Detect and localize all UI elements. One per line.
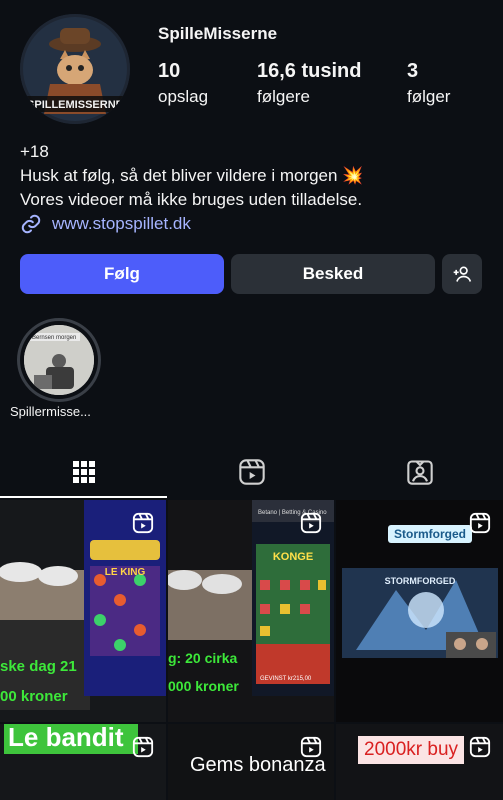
post-1[interactable]: LE KING ske dag 21 00 kroner [0,500,166,722]
tab-grid[interactable] [0,446,167,498]
post-5[interactable]: Gems bonanza [168,724,334,800]
post-1-overlay-line-1: ske dag 21 [0,658,77,675]
post-1-slot-title: LE KING [105,567,146,578]
post-3[interactable]: STORMFORGED Stormforged [336,500,503,722]
reel-indicator-icon [132,736,154,758]
stat-following[interactable]: 3 følger [407,60,450,107]
link-icon [21,214,41,234]
suggest-user-button[interactable] [442,254,482,294]
profile-bio: +18 Husk at følg, så det bliver vildere … [20,140,363,212]
follow-button[interactable]: Følg [20,254,224,294]
stat-following-value: 3 [407,60,419,82]
bio-line-2: Husk at følg, så det bliver vildere i mo… [20,166,364,185]
post-2[interactable]: KONGE Betano | Betting & Casino GEVINST … [168,500,334,722]
posts-grid: LE KING ske dag 21 00 kroner KONGE Betan… [0,500,503,800]
post-1-overlay-line-2: 00 kroner [0,688,68,705]
post-6[interactable]: 2000kr buy [336,724,503,800]
bio-line-3: Vores videoer må ikke bruges uden tillad… [20,190,363,209]
reel-indicator-icon [469,736,491,758]
stat-following-label: følger [407,87,451,106]
profile-avatar[interactable]: SPILLEMISSERNE [20,14,130,124]
profile-username: SpilleMisserne [158,24,278,43]
post-6-caption: 2000kr buy [358,736,465,764]
reel-indicator-icon [300,736,322,758]
post-2-overlay-line-1: g: 20 cirka [168,650,238,666]
post-2-win: GEVINST kr215,00 [260,676,312,682]
post-3-game-title: STORMFORGED [385,576,456,586]
highlight-label: Spillermisse... [10,404,91,419]
post-4[interactable]: Le bandit [0,724,166,800]
post-2-overlay-line-2: 000 kroner [168,678,239,694]
reel-indicator-icon [132,512,154,534]
profile-link[interactable]: www.stopspillet.dk [20,213,191,235]
story-highlight[interactable]: Bernsen morgen [17,318,101,402]
stat-followers[interactable]: 16,6 tusind følgere [257,60,361,107]
grid-icon [72,461,95,483]
post-3-badge: Stormforged [388,525,472,543]
post-2-slot-title: KONGE [273,551,313,563]
tab-tagged[interactable] [336,446,503,498]
profile-tabs [0,446,503,498]
highlight-inner-text: Bernsen morgen [32,335,76,341]
profile-link-text[interactable]: www.stopspillet.dk [52,214,191,234]
stat-posts[interactable]: 10 opslag [158,60,208,107]
stat-followers-value: 16,6 tusind [257,60,362,82]
stat-posts-label: opslag [158,87,209,106]
reel-indicator-icon [469,512,491,534]
reels-icon [238,459,265,485]
stat-followers-label: følgere [257,87,310,106]
tagged-icon [406,460,433,485]
avatar-logo-text: SPILLEMISSERNE [27,99,123,111]
reel-indicator-icon [300,512,322,534]
bio-line-1: +18 [20,142,49,161]
add-person-icon [453,266,472,282]
stat-posts-value: 10 [158,60,181,82]
post-4-caption: Le bandit [4,724,138,754]
message-button[interactable]: Besked [231,254,435,294]
tab-reels[interactable] [168,446,335,498]
